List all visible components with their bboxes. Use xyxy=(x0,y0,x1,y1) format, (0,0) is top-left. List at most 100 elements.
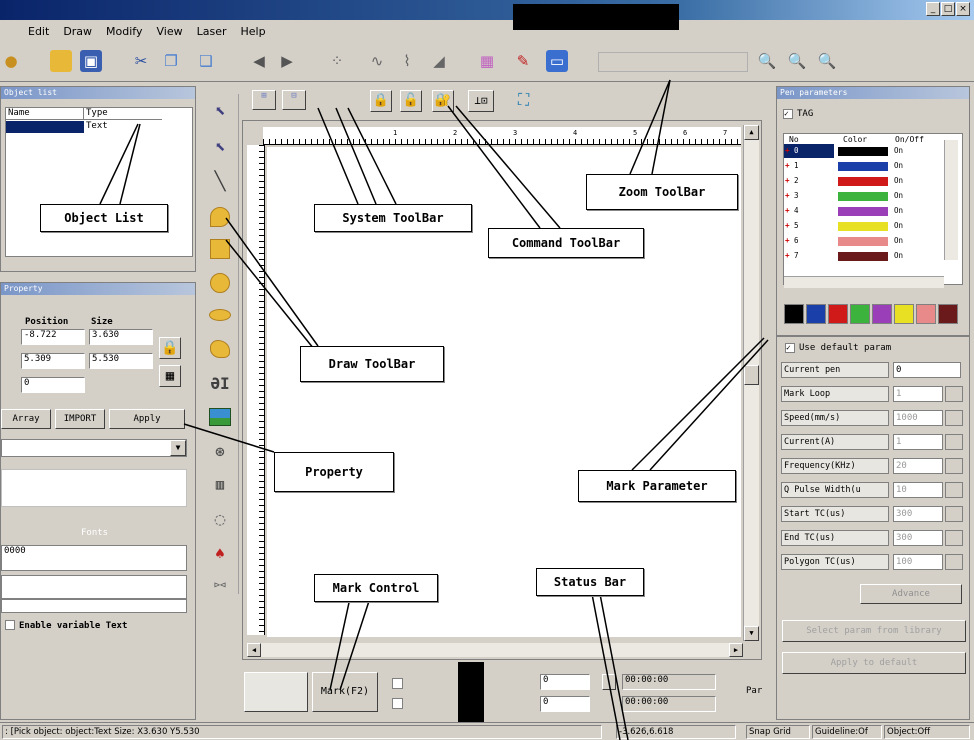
pen-col-onoff[interactable]: On/Off xyxy=(895,135,924,144)
node-edit-icon[interactable]: ⁘ xyxy=(326,50,348,72)
pen-state[interactable]: On xyxy=(892,159,932,173)
enable-variable-checkbox[interactable] xyxy=(5,620,15,630)
pen-hscrollbar[interactable] xyxy=(784,276,944,288)
rectangle-icon[interactable] xyxy=(207,236,233,262)
y-size-input[interactable]: 5.530 xyxy=(89,353,153,369)
pen-state[interactable]: On xyxy=(892,174,932,188)
table-row[interactable]: Text xyxy=(6,121,162,133)
menu-modify[interactable]: Modify xyxy=(106,25,142,38)
copy-icon[interactable]: ❐ xyxy=(160,50,182,72)
input-port-icon[interactable]: ♠ xyxy=(207,540,233,566)
hatch-icon[interactable]: ⛶ xyxy=(518,90,544,112)
zoom-out-icon[interactable]: 🔍 xyxy=(786,50,808,72)
horizontal-scrollbar[interactable] xyxy=(1,599,187,613)
pen-row[interactable]: 1 On xyxy=(784,159,944,173)
pen-row[interactable]: 7 On xyxy=(784,249,944,263)
param-spinner[interactable] xyxy=(945,530,963,546)
ellipse-icon[interactable] xyxy=(207,302,233,328)
param-value-input[interactable]: 100 xyxy=(893,554,943,570)
palette-swatch[interactable] xyxy=(850,304,870,324)
total-count-input[interactable]: 0 xyxy=(540,696,590,712)
lock-object-icon[interactable]: 🔒 xyxy=(370,90,392,112)
menu-view[interactable]: View xyxy=(157,25,183,38)
toolbar-combo[interactable] xyxy=(598,52,748,72)
param-value-input[interactable]: 300 xyxy=(893,506,943,522)
pen-row[interactable]: 6 On xyxy=(784,234,944,248)
red-light-button[interactable] xyxy=(244,672,308,712)
apply-button[interactable]: Apply xyxy=(109,409,185,429)
minimize-button[interactable]: _ xyxy=(926,2,940,16)
param-value-input[interactable]: 300 xyxy=(893,530,943,546)
select-param-button[interactable]: Select param from library xyxy=(782,620,966,642)
palette-swatch[interactable] xyxy=(916,304,936,324)
palette-swatch[interactable] xyxy=(806,304,826,324)
ramp-icon[interactable]: ◢ xyxy=(428,50,450,72)
lock-icon[interactable]: 🔒 xyxy=(159,337,181,359)
pen-state[interactable]: On xyxy=(892,204,932,218)
menu-draw[interactable]: Draw xyxy=(63,25,92,38)
io-icon[interactable]: ⊥⊡ xyxy=(468,90,494,112)
save-icon[interactable]: ▣ xyxy=(80,50,102,72)
text-value-input[interactable]: 0000 xyxy=(1,545,187,571)
pen-state[interactable]: On xyxy=(892,249,932,263)
menu-edit[interactable]: Edit xyxy=(28,25,49,38)
scroll-down-button[interactable]: ▼ xyxy=(744,626,759,641)
scroll-left-button[interactable]: ◀ xyxy=(247,643,261,657)
pen-row[interactable]: 3 On xyxy=(784,189,944,203)
cut-icon[interactable]: ✂ xyxy=(130,50,152,72)
status-object-snap[interactable]: Object:Off xyxy=(884,725,970,739)
undo-icon[interactable]: ◀ xyxy=(248,50,270,72)
array-tab[interactable]: Array xyxy=(1,409,51,429)
font-select[interactable]: ▼ xyxy=(1,439,187,457)
tag-checkbox[interactable]: ✓ xyxy=(783,109,793,119)
output-port-icon[interactable]: ⊳⊲ xyxy=(207,572,233,598)
palette-swatch[interactable] xyxy=(872,304,892,324)
wave-icon[interactable]: ⌇ xyxy=(396,50,418,72)
param-value-input[interactable]: 20 xyxy=(893,458,943,474)
align-icon-1[interactable]: ⊞ xyxy=(252,90,276,110)
node-select-icon[interactable]: ⬉ xyxy=(207,134,233,160)
pen-state[interactable]: On xyxy=(892,219,932,233)
curve-draw-icon[interactable] xyxy=(207,204,233,230)
param-spinner[interactable] xyxy=(945,506,963,522)
palette-swatch[interactable] xyxy=(938,304,958,324)
pin-icon[interactable]: ✎ xyxy=(512,50,534,72)
palette-swatch[interactable] xyxy=(784,304,804,324)
import-tab[interactable]: IMPORT xyxy=(55,409,105,429)
maximize-button[interactable]: □ xyxy=(941,2,955,16)
horizontal-canvas-scrollbar[interactable]: ◀ ▶ xyxy=(247,643,743,657)
param-spinner[interactable] xyxy=(945,482,963,498)
palette-swatch[interactable] xyxy=(894,304,914,324)
pen-state[interactable]: On xyxy=(892,144,932,158)
param-button[interactable]: Par xyxy=(746,686,762,696)
vertical-scrollbar[interactable]: ▲ ▼ xyxy=(743,125,759,641)
new-icon[interactable]: ● xyxy=(0,50,22,72)
bitmap-icon[interactable] xyxy=(207,404,233,430)
param-value-input[interactable]: 0 xyxy=(893,362,961,378)
advance-button[interactable]: Advance xyxy=(860,584,962,604)
x-size-input[interactable]: 3.630 xyxy=(89,329,153,345)
pen-state[interactable]: On xyxy=(892,234,932,248)
align-icon-2[interactable]: ⊟ xyxy=(282,90,306,110)
grid-icon[interactable]: ▦ xyxy=(476,50,498,72)
pen-row[interactable]: 4 On xyxy=(784,204,944,218)
curve-icon[interactable]: ∿ xyxy=(366,50,388,72)
pen-col-color[interactable]: Color xyxy=(843,135,867,144)
select-arrow-icon[interactable]: ⬉ xyxy=(207,98,233,124)
pen-list-scrollbar[interactable] xyxy=(944,140,958,260)
unlock-object-icon[interactable]: 🔓 xyxy=(400,90,422,112)
menu-laser[interactable]: Laser xyxy=(197,25,227,38)
pen-state[interactable]: On xyxy=(892,189,932,203)
param-value-input[interactable]: 10 xyxy=(893,482,943,498)
param-spinner[interactable] xyxy=(945,386,963,402)
pen-row[interactable]: 5 On xyxy=(784,219,944,233)
paste-icon[interactable]: ❑ xyxy=(195,50,217,72)
param-value-input[interactable]: 1 xyxy=(893,434,943,450)
close-button[interactable]: × xyxy=(956,2,970,16)
line-icon[interactable]: ╲ xyxy=(207,168,233,194)
use-default-checkbox[interactable]: ✓ xyxy=(785,343,795,353)
open-folder-icon[interactable] xyxy=(50,50,72,72)
part-count-input[interactable]: 0 xyxy=(540,674,590,690)
menu-help[interactable]: Help xyxy=(241,25,266,38)
scroll-thumb[interactable] xyxy=(744,365,759,385)
